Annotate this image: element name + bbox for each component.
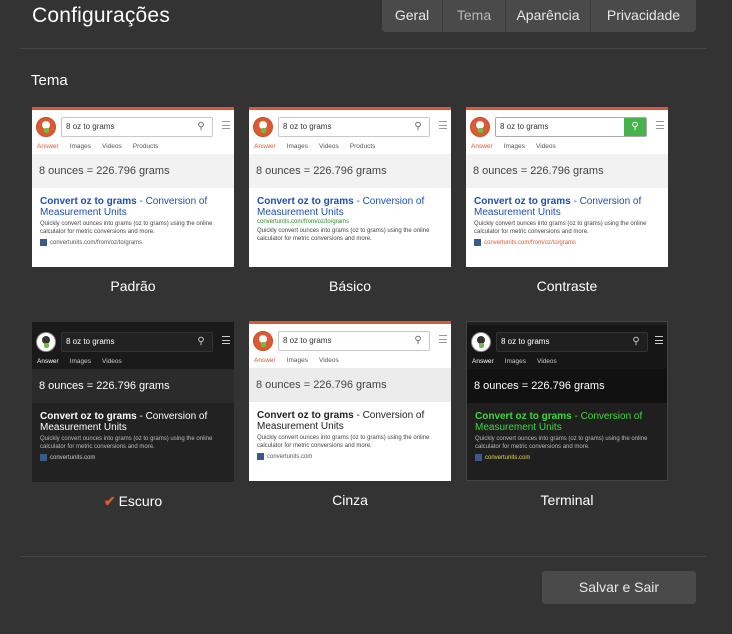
theme-option-padrao[interactable]: 8 oz to grams ⚲ Answer Images Videos Product…: [32, 107, 234, 295]
header-divider: [20, 48, 706, 49]
preview-answer: 8 ounces = 226.796 grams: [249, 368, 451, 402]
duck-logo-icon: [36, 117, 56, 137]
favicon-icon: [40, 454, 47, 461]
section-title: Tema: [31, 72, 68, 89]
duck-logo-icon: [253, 331, 273, 351]
search-icon: ⚲: [197, 121, 205, 132]
theme-preview-cinza: 8 oz to grams ⚲ Answer Images Videos 8 ounc…: [249, 321, 451, 481]
theme-preview-padrao: 8 oz to grams ⚲ Answer Images Videos Product…: [32, 107, 234, 267]
theme-preview-basico: 8 oz to grams ⚲ Answer Images Videos Product…: [249, 107, 451, 267]
page-title: Configurações: [32, 4, 171, 27]
menu-icon: [656, 121, 664, 129]
theme-preview-terminal: 8 oz to grams ⚲ Answer Images Videos 8 ounc…: [466, 321, 668, 481]
theme-label: Terminal: [540, 492, 594, 508]
menu-icon: [222, 121, 230, 129]
theme-label: Básico: [328, 278, 372, 294]
theme-label: Contraste: [536, 278, 598, 294]
theme-option-escuro[interactable]: 8 oz to grams ⚲ Answer Images Videos 8 ounc…: [32, 322, 234, 510]
preview-answer: 8 ounces = 226.796 grams: [249, 154, 451, 188]
theme-option-contraste[interactable]: 8 oz to grams ⚲ Answer Images Videos 8 ounc…: [466, 107, 668, 295]
menu-icon: [222, 336, 230, 344]
theme-preview-escuro: 8 oz to grams ⚲ Answer Images Videos 8 ounc…: [32, 322, 234, 482]
theme-label-selected: ✔ Escuro: [103, 493, 163, 509]
theme-option-cinza[interactable]: 8 oz to grams ⚲ Answer Images Videos 8 ounc…: [249, 321, 451, 509]
tab-privacidade[interactable]: Privacidade: [591, 0, 696, 32]
favicon-icon: [257, 453, 264, 460]
favicon-icon: [40, 239, 47, 246]
tab-geral[interactable]: Geral: [382, 0, 443, 32]
preview-answer: 8 ounces = 226.796 grams: [467, 369, 667, 403]
preview-search-box: 8 oz to grams ⚲: [61, 332, 213, 352]
preview-answer: 8 ounces = 226.796 grams: [466, 154, 668, 188]
duck-logo-icon: [470, 117, 490, 137]
preview-answer: 8 ounces = 226.796 grams: [32, 369, 234, 403]
duck-logo-icon: [36, 332, 56, 352]
theme-label: Padrão: [110, 278, 156, 294]
theme-option-basico[interactable]: 8 oz to grams ⚲ Answer Images Videos Product…: [249, 107, 451, 295]
theme-preview-contraste: 8 oz to grams ⚲ Answer Images Videos 8 ounc…: [466, 107, 668, 267]
menu-icon: [655, 336, 663, 344]
preview-search-box: 8 oz to grams ⚲: [61, 117, 213, 137]
duck-logo-icon: [253, 117, 273, 137]
preview-search-box: 8 oz to grams ⚲: [278, 331, 430, 351]
theme-label: Cinza: [332, 492, 368, 508]
search-icon: ⚲: [624, 118, 646, 136]
favicon-icon: [475, 454, 482, 461]
duck-logo-icon: [471, 332, 491, 352]
search-icon: ⚲: [414, 121, 422, 132]
footer-divider: [20, 556, 706, 557]
preview-search-box: 8 oz to grams ⚲: [496, 332, 648, 352]
settings-tabs: Geral Tema Aparência Privacidade: [382, 0, 696, 32]
menu-icon: [439, 121, 447, 129]
checkmark-icon: ✔: [103, 493, 116, 509]
favicon-icon: [474, 239, 481, 246]
preview-search-box: 8 oz to grams ⚲: [495, 117, 647, 137]
preview-search-box: 8 oz to grams ⚲: [278, 117, 430, 137]
preview-answer: 8 ounces = 226.796 grams: [32, 154, 234, 188]
search-icon: ⚲: [414, 335, 422, 346]
search-icon: ⚲: [632, 336, 640, 347]
tab-tema[interactable]: Tema: [443, 0, 506, 32]
save-and-exit-button[interactable]: Salvar e Sair: [542, 571, 696, 604]
menu-icon: [439, 335, 447, 343]
search-icon: ⚲: [197, 336, 205, 347]
theme-option-terminal[interactable]: 8 oz to grams ⚲ Answer Images Videos 8 ounc…: [466, 321, 668, 509]
tab-aparencia[interactable]: Aparência: [506, 0, 591, 32]
